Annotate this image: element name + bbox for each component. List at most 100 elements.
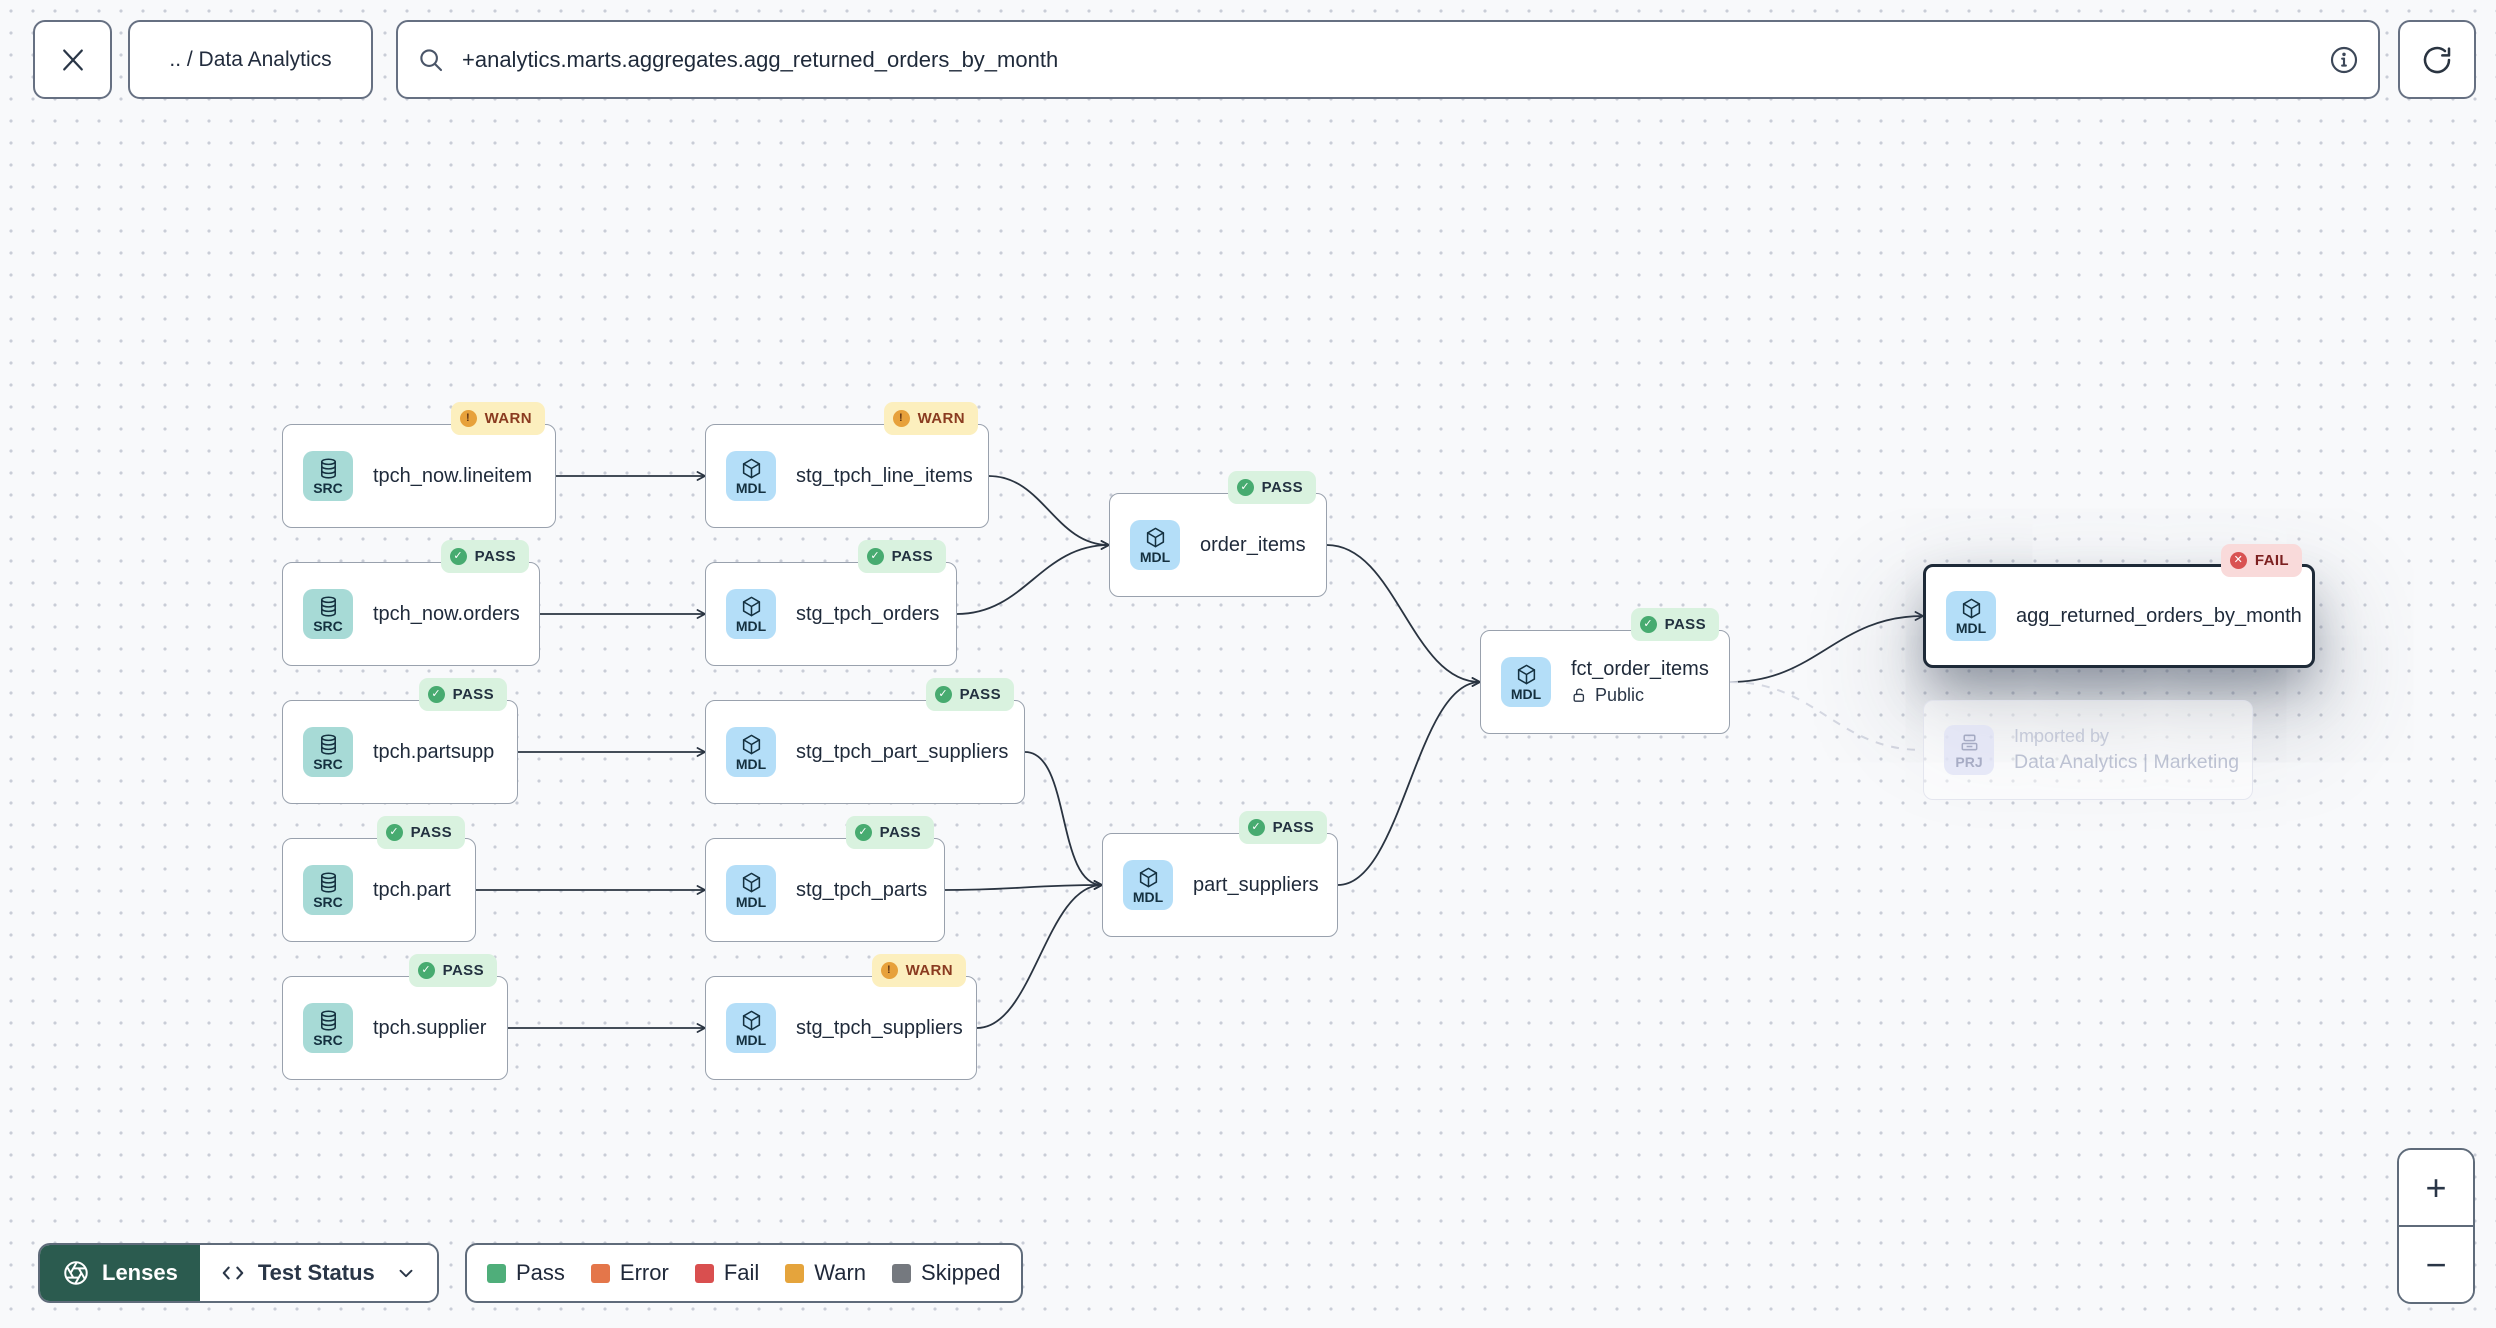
- cube-icon: [742, 458, 760, 479]
- node-stg_tpch_orders[interactable]: MDL stg_tpch_orders ✓ PASS: [705, 540, 957, 666]
- status-dot: !: [892, 410, 910, 427]
- lens-selector-label: Test Status: [257, 1260, 375, 1285]
- status-badge-pass: ✓ PASS: [376, 816, 465, 849]
- edge: [956, 540, 1110, 615]
- lenses-label: Lenses: [102, 1260, 178, 1285]
- node-type-badge: MDL: [726, 727, 776, 777]
- status-badge-pass: ✓ PASS: [418, 678, 507, 711]
- node-tpch_partsupp[interactable]: SRC tpch.partsupp ✓ PASS: [282, 678, 518, 804]
- status-dot: ✓: [1236, 479, 1254, 496]
- node-type-badge: MDL: [726, 589, 776, 639]
- node-label: stg_tpch_suppliers: [796, 1016, 963, 1039]
- status-badge-pass: ✓ PASS: [857, 540, 946, 573]
- node-part_suppliers[interactable]: MDL part_suppliers ✓ PASS: [1102, 811, 1338, 937]
- status-badge-pass: ✓ PASS: [845, 816, 934, 849]
- cube-icon: [1962, 598, 1980, 619]
- project-icon: [1961, 734, 1977, 751]
- edge: [944, 880, 1103, 891]
- edge: [1337, 677, 1481, 886]
- node-tpch_supplier[interactable]: SRC tpch.supplier ✓ PASS: [282, 954, 508, 1080]
- node-type-badge: SRC: [303, 727, 353, 777]
- node-tpch_part[interactable]: SRC tpch.part ✓ PASS: [282, 816, 476, 942]
- status-dot: ✓: [934, 686, 952, 703]
- legend-item-fail: Fail: [694, 1260, 760, 1286]
- status-dot: ✓: [449, 548, 467, 565]
- node-type-badge: SRC: [303, 1003, 353, 1053]
- node-fct_order_items[interactable]: MDL fct_order_items Public ✓ PASS: [1480, 608, 1730, 734]
- node-type-badge: MDL: [726, 451, 776, 501]
- chevron-down-icon: [399, 1269, 413, 1278]
- database-icon: [320, 596, 336, 617]
- node-type-badge: MDL: [1123, 860, 1173, 910]
- node-tpch_now_lineitem[interactable]: SRC tpch_now.lineitem ! WARN: [282, 402, 556, 528]
- status-badge-pass: ✓ PASS: [1238, 811, 1327, 844]
- legend-swatch: [694, 1263, 714, 1283]
- status-badge-pass: ✓ PASS: [925, 678, 1014, 711]
- node-label: tpch_now.orders: [373, 602, 520, 625]
- zoom-in-button[interactable]: +: [2399, 1150, 2473, 1225]
- status-dot: !: [880, 962, 898, 979]
- node-label: agg_returned_orders_by_month: [2016, 604, 2302, 627]
- status-dot: ✓: [385, 824, 403, 841]
- node-access: Public: [1571, 685, 1709, 706]
- legend-swatch: [892, 1263, 912, 1283]
- database-icon: [320, 458, 336, 479]
- database-icon: [320, 734, 336, 755]
- node-stg_tpch_parts[interactable]: MDL stg_tpch_parts ✓ PASS: [705, 816, 945, 942]
- legend-label: Warn: [814, 1260, 867, 1285]
- lock-open-icon: [1573, 688, 1585, 702]
- node-stg_tpch_part_suppliers[interactable]: MDL stg_tpch_part_suppliers ✓ PASS: [705, 678, 1025, 804]
- cube-icon: [1517, 664, 1535, 685]
- status-dot: ✓: [854, 824, 872, 841]
- legend-item-pass: Pass: [487, 1260, 565, 1286]
- status-badge-fail: ✕ FAIL: [2220, 544, 2302, 577]
- node-imported_project[interactable]: PRJ Imported by Data Analytics | Marketing: [1923, 700, 2253, 800]
- node-type-badge: MDL: [1501, 657, 1551, 707]
- database-icon: [320, 872, 336, 893]
- legend-label: Fail: [723, 1260, 760, 1285]
- lens-selector[interactable]: Test Status: [199, 1245, 437, 1301]
- status-badge-pass: ✓ PASS: [440, 540, 529, 573]
- cube-icon: [1146, 527, 1164, 548]
- node-label: tpch.partsupp: [373, 740, 495, 763]
- node-label: order_items: [1200, 533, 1306, 556]
- legend-label: Pass: [516, 1260, 565, 1285]
- edge: [1024, 751, 1103, 890]
- node-agg_returned_orders_by_month[interactable]: MDL agg_returned_orders_by_month ✕ FAIL: [1923, 544, 2315, 668]
- node-label: stg_tpch_orders: [796, 602, 940, 625]
- cube-icon: [742, 872, 760, 893]
- edge-dashed: [1729, 681, 1924, 751]
- legend-label: Error: [619, 1260, 669, 1285]
- legend: Pass Error Fail Warn Skipped: [465, 1243, 1023, 1303]
- node-label: tpch.part: [373, 878, 451, 901]
- status-badge-pass: ✓ PASS: [408, 954, 497, 987]
- node-type-badge: MDL: [1130, 520, 1180, 570]
- node-stg_tpch_suppliers[interactable]: MDL stg_tpch_suppliers ! WARN: [705, 954, 977, 1080]
- cube-icon: [1139, 867, 1157, 888]
- node-label: tpch_now.lineitem: [373, 464, 532, 487]
- node-stg_tpch_line_items[interactable]: MDL stg_tpch_line_items ! WARN: [705, 402, 989, 528]
- node-type-badge: SRC: [303, 865, 353, 915]
- edge: [1729, 611, 1924, 683]
- node-label: stg_tpch_line_items: [796, 464, 973, 487]
- lenses-button[interactable]: Lenses: [40, 1245, 200, 1301]
- legend-item-error: Error: [590, 1260, 669, 1286]
- node-tpch_now_orders[interactable]: SRC tpch_now.orders ✓ PASS: [282, 540, 540, 666]
- legend-swatch: [785, 1263, 805, 1283]
- node-label: tpch.supplier: [373, 1016, 487, 1039]
- status-badge-warn: ! WARN: [871, 954, 966, 987]
- node-order_items[interactable]: MDL order_items ✓ PASS: [1109, 471, 1327, 597]
- legend-item-warn: Warn: [785, 1260, 866, 1286]
- node-type-badge: MDL: [726, 865, 776, 915]
- lens-pill: Lenses Test Status: [38, 1243, 439, 1303]
- node-label: stg_tpch_part_suppliers: [796, 740, 1009, 763]
- node-label: stg_tpch_parts: [796, 878, 928, 901]
- code-icon: [222, 1266, 244, 1280]
- zoom-controls: + −: [2397, 1148, 2475, 1304]
- zoom-out-button[interactable]: −: [2399, 1225, 2473, 1302]
- edge: [988, 475, 1110, 550]
- cube-icon: [742, 734, 760, 755]
- node-label: Imported by: [2014, 726, 2110, 746]
- node-type-badge: SRC: [303, 451, 353, 501]
- node-label: part_suppliers: [1193, 873, 1319, 896]
